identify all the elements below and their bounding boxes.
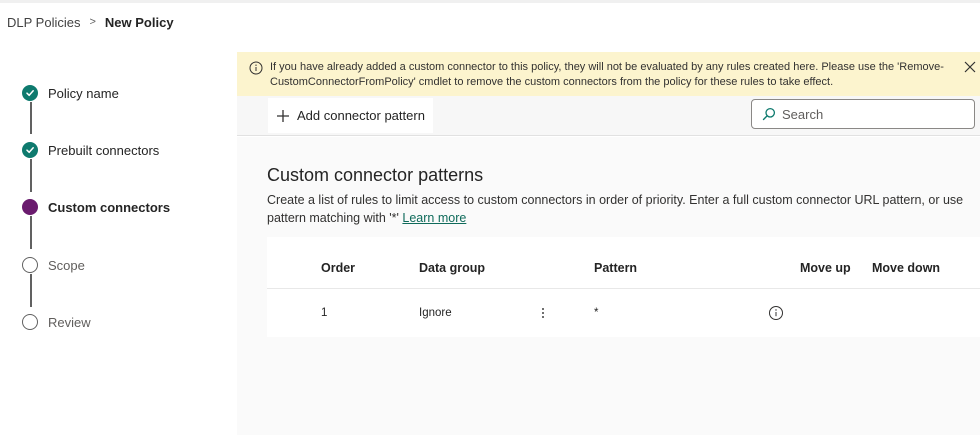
close-icon[interactable] — [963, 60, 977, 74]
step-scope[interactable]: Scope — [22, 256, 85, 274]
column-header-move-down[interactable]: Move down — [872, 261, 940, 275]
empty-circle-icon — [22, 314, 38, 330]
search-icon — [762, 107, 776, 121]
step-connector — [30, 216, 32, 249]
warning-banner: If you have already added a custom conne… — [237, 52, 980, 96]
active-step-icon — [22, 199, 38, 215]
wizard-steps: Policy name Prebuilt connectors Custom c… — [0, 40, 237, 435]
header-divider — [267, 288, 980, 289]
step-label: Review — [48, 314, 91, 330]
step-policy-name[interactable]: Policy name — [22, 84, 119, 102]
section-title: Custom connector patterns — [267, 165, 484, 185]
content-pane: If you have already added a custom conne… — [237, 52, 980, 435]
search-input[interactable]: Search — [751, 99, 975, 129]
checkmark-icon — [22, 142, 38, 158]
empty-circle-icon — [22, 257, 38, 273]
step-connector — [30, 159, 32, 192]
more-options-icon[interactable] — [539, 303, 547, 323]
banner-message: If you have already added a custom conne… — [270, 60, 950, 90]
main-panel: Custom connector patterns Create a list … — [237, 137, 980, 435]
info-icon[interactable] — [768, 305, 784, 321]
learn-more-link[interactable]: Learn more — [402, 211, 466, 225]
step-connector — [30, 274, 32, 307]
banner-line: CustomConnectorFromPolicy' cmdlet to rem… — [270, 76, 834, 88]
step-custom-connectors[interactable]: Custom connectors — [22, 198, 170, 216]
breadcrumb: DLP Policies > New Policy — [7, 13, 174, 31]
step-label: Policy name — [48, 85, 119, 101]
step-connector — [30, 102, 32, 134]
connector-patterns-table: Order Data group Pattern Move up Move do… — [267, 237, 980, 337]
search-placeholder: Search — [782, 106, 824, 122]
plus-icon — [277, 109, 289, 122]
checkmark-icon — [22, 85, 38, 101]
section-description: Create a list of rules to limit access t… — [267, 191, 967, 227]
column-header-pattern[interactable]: Pattern — [594, 261, 637, 275]
column-header-order[interactable]: Order — [321, 261, 355, 275]
step-label: Prebuilt connectors — [48, 142, 160, 158]
column-header-move-up[interactable]: Move up — [800, 261, 851, 275]
step-prebuilt-connectors[interactable]: Prebuilt connectors — [22, 141, 159, 159]
cell-order: 1 — [321, 307, 328, 319]
step-label: Scope — [48, 257, 85, 273]
breadcrumb-dlp-policies[interactable]: DLP Policies — [7, 15, 80, 30]
step-label: Custom connectors — [48, 199, 171, 215]
top-border — [0, 0, 980, 3]
column-header-data-group[interactable]: Data group — [419, 261, 485, 275]
breadcrumb-current: New Policy — [104, 14, 174, 30]
toolbar: Add connector pattern Search — [237, 96, 980, 136]
step-review[interactable]: Review — [22, 313, 91, 331]
banner-line: If you have already added a custom conne… — [270, 61, 944, 73]
info-icon — [249, 61, 263, 75]
add-connector-pattern-button[interactable]: Add connector pattern — [268, 98, 433, 133]
description-text: Create a list of rules to limit access t… — [267, 193, 964, 225]
cell-data-group: Ignore — [419, 307, 452, 319]
cell-pattern: * — [594, 307, 599, 319]
breadcrumb-separator-icon: > — [89, 16, 96, 28]
add-connector-label: Add connector pattern — [297, 108, 425, 123]
